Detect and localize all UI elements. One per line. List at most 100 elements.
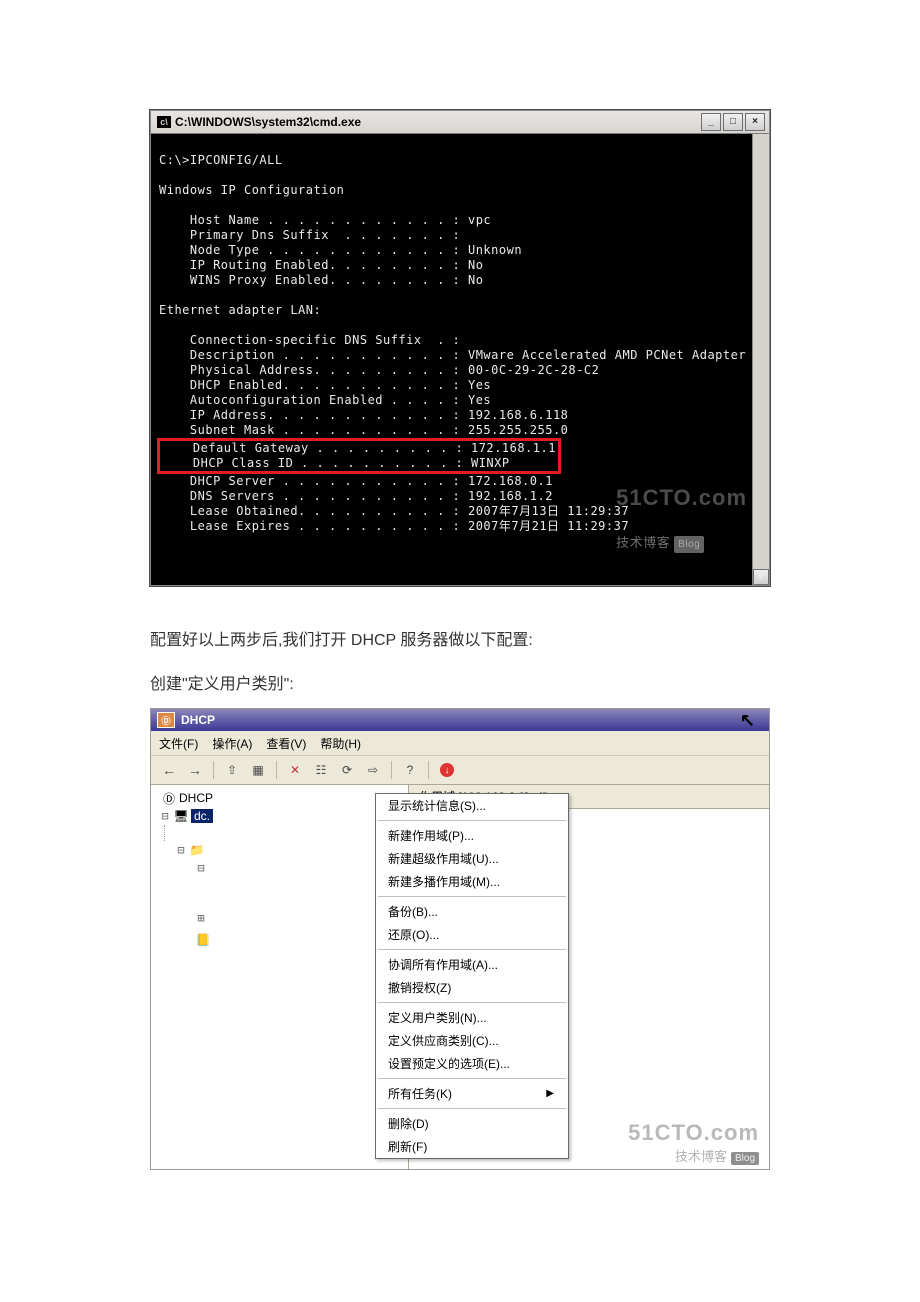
cmd-line: Host Name . . . . . . . . . . . . : vpc	[159, 213, 491, 227]
cmd-line: Lease Expires . . . . . . . . . . : 2007…	[159, 519, 629, 533]
menu-item-predefined-options[interactable]: 设置预定义的选项(E)...	[376, 1052, 568, 1075]
back-button[interactable]: ←	[157, 759, 181, 781]
cmd-icon: c\	[157, 116, 171, 128]
tree-node-scope[interactable]: ⊟ 📁	[153, 841, 408, 859]
maximize-button[interactable]: □	[723, 113, 743, 131]
cmd-line-dhcp-class-id: DHCP Class ID . . . . . . . . . . : WINX…	[162, 456, 510, 470]
cmd-line: C:\>IPCONFIG/ALL	[159, 153, 283, 167]
tree-root[interactable]: Ⓓ DHCP	[153, 789, 408, 807]
menu-item-reconcile[interactable]: 协调所有作用域(A)...	[376, 953, 568, 976]
separator	[391, 761, 392, 779]
dhcp-main: Ⓓ DHCP ⊟ 🖥 dc. ⊟ 📁 ⊟ ⊞	[151, 785, 769, 1169]
tree-node-dc[interactable]: ⊟ 🖥 dc.	[153, 807, 408, 825]
menu-item-label: 新建作用域(P)...	[388, 827, 474, 844]
help-button[interactable]: ?	[398, 759, 422, 781]
cmd-line: Primary Dns Suffix . . . . . . . :	[159, 228, 460, 242]
menu-item-label: 还原(O)...	[388, 926, 439, 943]
tree-node-child[interactable]: ⊟	[153, 859, 408, 877]
separator	[213, 761, 214, 779]
tree-node-child[interactable]: ⊞	[153, 909, 408, 927]
toolbar: ← → ⇧ ▦ ✕ ☷ ⟳ ⇨ ? ↓	[151, 756, 769, 785]
cmd-line: DHCP Enabled. . . . . . . . . . . : Yes	[159, 378, 491, 392]
cmd-line: Ethernet adapter LAN:	[159, 303, 321, 317]
menu-item-label: 备份(B)...	[388, 903, 438, 920]
dhcp-window: Ⓓ DHCP ↖ 文件(F) 操作(A) 查看(V) 帮助(H) ← → ⇧ ▦…	[150, 708, 770, 1170]
cmd-line: Lease Obtained. . . . . . . . . . : 2007…	[159, 504, 629, 518]
menu-item-label: 设置预定义的选项(E)...	[388, 1055, 510, 1072]
server-icon: 🖥	[173, 809, 189, 823]
dhcp-titlebar[interactable]: Ⓓ DHCP ↖	[151, 709, 769, 731]
menu-item-restore[interactable]: 还原(O)...	[376, 923, 568, 946]
cmd-line: Default Gateway . . . . . . . . . : 172.…	[162, 441, 556, 455]
scope-icon: 📒	[195, 933, 211, 947]
close-button[interactable]: ×	[745, 113, 765, 131]
menu-action[interactable]: 操作(A)	[212, 735, 252, 752]
cmd-line: IP Routing Enabled. . . . . . . . : No	[159, 258, 483, 272]
submenu-arrow-icon: ▶	[546, 1088, 554, 1099]
watermark-big: 51CTO.com	[616, 490, 747, 505]
list-button[interactable]: ▦	[246, 759, 270, 781]
watermark-badge: Blog	[731, 1152, 759, 1165]
menu-item-refresh[interactable]: 刷新(F)	[376, 1135, 568, 1158]
menu-help[interactable]: 帮助(H)	[320, 735, 361, 752]
menu-item-label: 新建多播作用域(M)...	[388, 873, 500, 890]
cmd-line: Physical Address. . . . . . . . . : 00-0…	[159, 363, 599, 377]
menu-item-new-scope[interactable]: 新建作用域(P)...	[376, 824, 568, 847]
menu-item-label: 删除(D)	[388, 1115, 429, 1132]
minimize-button[interactable]: _	[701, 113, 721, 131]
menu-item-label: 所有任务(K)	[388, 1085, 452, 1102]
separator	[428, 761, 429, 779]
properties-button[interactable]: ☷	[309, 759, 333, 781]
tree-root-label: DHCP	[179, 791, 213, 805]
cmd-line: DHCP Server . . . . . . . . . . . : 172.…	[159, 474, 553, 488]
cmd-line: Node Type . . . . . . . . . . . . : Unkn…	[159, 243, 522, 257]
delete-button[interactable]: ✕	[283, 759, 307, 781]
stop-icon: ↓	[440, 763, 454, 777]
menubar[interactable]: 文件(F) 操作(A) 查看(V) 帮助(H)	[151, 731, 769, 756]
cmd-line: IP Address. . . . . . . . . . . . : 192.…	[159, 408, 568, 422]
tree-node-options[interactable]: 📒	[153, 931, 408, 949]
menu-separator	[378, 1002, 566, 1003]
menu-item-new-superscope[interactable]: 新建超级作用域(U)...	[376, 847, 568, 870]
stop-button[interactable]: ↓	[435, 759, 459, 781]
menu-item-label: 协调所有作用域(A)...	[388, 956, 498, 973]
expand-icon[interactable]: ⊟	[195, 861, 207, 875]
dhcp-root-icon: Ⓓ	[161, 790, 177, 807]
menu-item-delete[interactable]: 删除(D)	[376, 1112, 568, 1135]
refresh-button[interactable]: ⟳	[335, 759, 359, 781]
expand-icon[interactable]: ⊟	[159, 809, 171, 823]
menu-item-unauthorize[interactable]: 撤销授权(Z)	[376, 976, 568, 999]
cmd-line: WINS Proxy Enabled. . . . . . . . : No	[159, 273, 483, 287]
expand-icon[interactable]: ⊞	[195, 911, 207, 925]
menu-separator	[378, 820, 566, 821]
expand-icon[interactable]: ⊟	[175, 843, 187, 857]
cmd-window: c\ C:\WINDOWS\system32\cmd.exe _ □ × C:\…	[150, 110, 770, 586]
context-menu[interactable]: 显示统计信息(S)... 新建作用域(P)... 新建超级作用域(U)... 新…	[375, 793, 569, 1159]
menu-item-label: 显示统计信息(S)...	[388, 797, 486, 814]
cmd-body[interactable]: C:\>IPCONFIG/ALL Windows IP Configuratio…	[151, 134, 769, 585]
menu-file[interactable]: 文件(F)	[159, 735, 198, 752]
cmd-line: Windows IP Configuration	[159, 183, 344, 197]
export-button[interactable]: ⇨	[361, 759, 385, 781]
tree-pane[interactable]: Ⓓ DHCP ⊟ 🖥 dc. ⊟ 📁 ⊟ ⊞	[151, 785, 409, 1169]
dhcp-icon: Ⓓ	[157, 712, 175, 728]
menu-separator	[378, 896, 566, 897]
watermark-badge: Blog	[674, 536, 704, 553]
scroll-track[interactable]	[753, 150, 769, 569]
up-button[interactable]: ⇧	[220, 759, 244, 781]
forward-button[interactable]: →	[183, 759, 207, 781]
menu-view[interactable]: 查看(V)	[266, 735, 306, 752]
cmd-titlebar[interactable]: c\ C:\WINDOWS\system32\cmd.exe _ □ ×	[151, 111, 769, 134]
cursor-icon: ↖	[740, 710, 755, 731]
menu-item-label: 定义供应商类别(C)...	[388, 1032, 499, 1049]
watermark: 51CTO.com 技术博客Blog	[628, 1120, 759, 1165]
cmd-scrollbar[interactable]: ▲ ▼	[752, 134, 769, 585]
scroll-down-icon[interactable]: ▼	[753, 569, 769, 585]
tree-node-label: dc.	[191, 809, 213, 823]
menu-item-define-user-class[interactable]: 定义用户类别(N)...	[376, 1006, 568, 1029]
menu-item-all-tasks[interactable]: 所有任务(K) ▶	[376, 1082, 568, 1105]
menu-item-new-multicast[interactable]: 新建多播作用域(M)...	[376, 870, 568, 893]
menu-item-define-vendor-class[interactable]: 定义供应商类别(C)...	[376, 1029, 568, 1052]
menu-item-backup[interactable]: 备份(B)...	[376, 900, 568, 923]
menu-item-stats[interactable]: 显示统计信息(S)...	[376, 794, 568, 817]
